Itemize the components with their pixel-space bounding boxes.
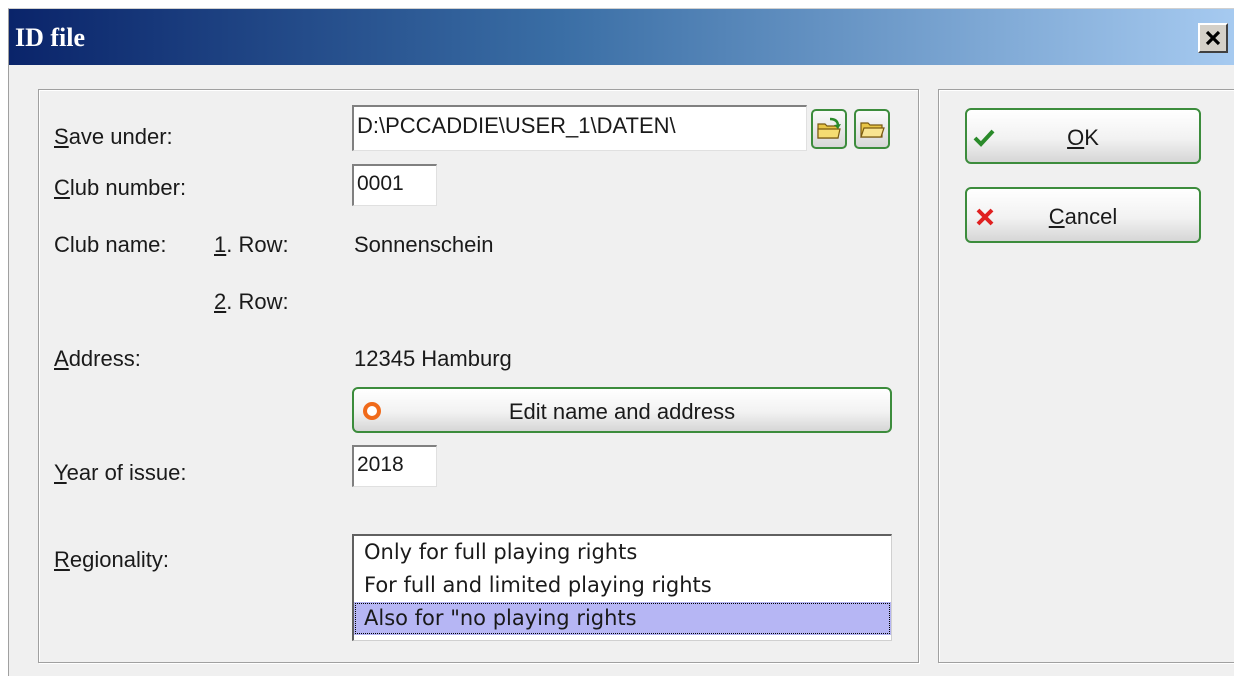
- folder-arrow-icon: [817, 117, 841, 139]
- cancel-label: Cancel: [1048, 204, 1118, 229]
- address-label: Address:: [54, 346, 141, 371]
- open-folder-button[interactable]: [854, 109, 890, 149]
- regionality-option[interactable]: For full and limited playing rights: [354, 569, 891, 602]
- club-name-row2-label: 2. Row:: [214, 289, 289, 314]
- year-of-issue-label: Year of issue:: [54, 460, 187, 485]
- edit-name-address-label: Edit name and address: [508, 399, 736, 424]
- ok-label: OK: [1067, 125, 1099, 150]
- dialog-window: ID file Save under: D:\PCCADDIE\USER_1\D…: [8, 8, 1234, 676]
- club-name-row1-value: Sonnenschein: [354, 232, 494, 257]
- club-name-label: Club name:: [54, 232, 167, 257]
- club-number-input[interactable]: 0001: [352, 164, 437, 206]
- regionality-option-selected[interactable]: Also for "no playing rights: [354, 602, 891, 635]
- regionality-label: Regionality:: [54, 547, 169, 572]
- regionality-listbox[interactable]: Only for full playing rights For full an…: [352, 534, 892, 641]
- title-bar[interactable]: ID file: [9, 9, 1234, 65]
- address-value: 12345 Hamburg: [354, 346, 512, 371]
- edit-name-address-button[interactable]: Edit name and address: [352, 387, 892, 433]
- folder-icon: [860, 122, 885, 138]
- club-name-row1-label: 1. Row:: [214, 232, 289, 257]
- browse-folder-button[interactable]: [811, 109, 847, 149]
- close-icon: [1205, 30, 1221, 46]
- year-of-issue-input[interactable]: 2018: [352, 445, 437, 487]
- club-number-label: Club number:: [54, 175, 187, 200]
- button-group: [938, 89, 1234, 663]
- save-under-label: Save under:: [54, 124, 173, 149]
- regionality-option[interactable]: Only for full playing rights: [354, 536, 891, 569]
- window-title: ID file: [15, 23, 86, 52]
- close-button[interactable]: [1198, 23, 1228, 53]
- save-under-input[interactable]: D:\PCCADDIE\USER_1\DATEN\: [352, 105, 807, 151]
- ok-button[interactable]: OK: [965, 108, 1201, 164]
- cancel-button[interactable]: Cancel: [965, 187, 1201, 243]
